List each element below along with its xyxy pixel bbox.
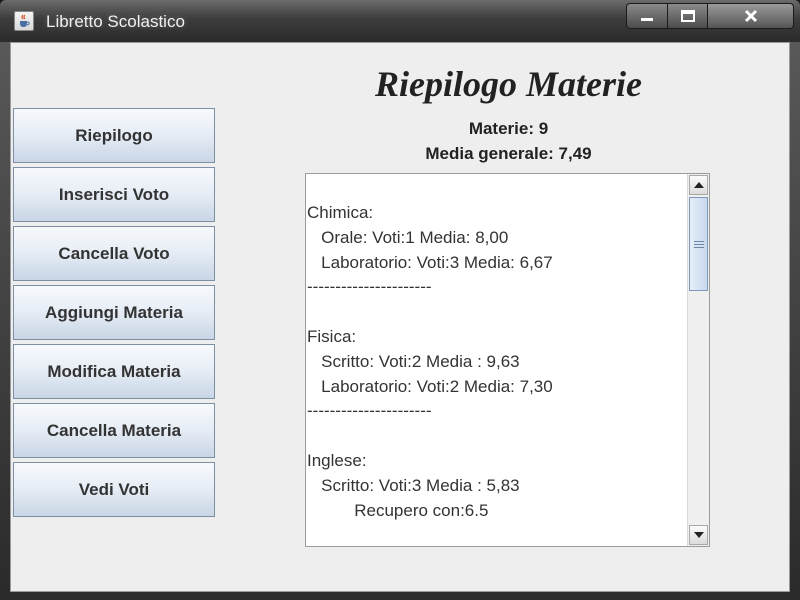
summary-content: Chimica: Orale: Voti:1 Media: 8,00 Labor… bbox=[307, 201, 682, 523]
maximize-icon bbox=[680, 10, 695, 22]
arrow-down-icon bbox=[693, 532, 704, 538]
riepilogo-button[interactable]: Riepilogo bbox=[13, 108, 215, 163]
close-icon bbox=[744, 9, 757, 23]
vedi-voti-button[interactable]: Vedi Voti bbox=[13, 462, 215, 517]
summary-line bbox=[307, 424, 682, 449]
java-cup-icon bbox=[14, 11, 34, 31]
summary-line: Fisica: bbox=[307, 326, 357, 346]
scroll-thumb[interactable] bbox=[689, 197, 708, 291]
aggiungi-materia-button[interactable]: Aggiungi Materia bbox=[13, 285, 215, 340]
cancella-materia-button[interactable]: Cancella Materia bbox=[13, 403, 215, 458]
title-bar[interactable]: Libretto Scolastico bbox=[0, 0, 800, 42]
summary-line: Recupero con:6.5 bbox=[307, 500, 489, 520]
app-window: Libretto Scolastico Riepilogo Inserisci … bbox=[0, 0, 800, 600]
vertical-scrollbar[interactable] bbox=[687, 174, 709, 546]
close-button[interactable] bbox=[708, 3, 794, 29]
window-controls bbox=[626, 3, 794, 29]
minimize-button[interactable] bbox=[626, 3, 668, 29]
grip-icon bbox=[693, 240, 704, 248]
arrow-up-icon bbox=[693, 182, 704, 188]
inserisci-voto-button[interactable]: Inserisci Voto bbox=[13, 167, 215, 222]
summary-line bbox=[307, 300, 682, 325]
maximize-button[interactable] bbox=[668, 3, 708, 29]
summary-line: Scritto: Voti:2 Media : 9,63 bbox=[307, 351, 520, 371]
subjects-count: Materie: 9 bbox=[468, 119, 549, 138]
cancella-voto-button[interactable]: Cancella Voto bbox=[13, 226, 215, 281]
content-panel: Riepilogo Inserisci Voto Cancella Voto A… bbox=[10, 42, 790, 592]
summary-text-area[interactable]: Chimica: Orale: Voti:1 Media: 8,00 Labor… bbox=[305, 173, 710, 547]
modifica-materia-button[interactable]: Modifica Materia bbox=[13, 344, 215, 399]
overall-average: Media generale: 7,49 bbox=[425, 144, 592, 163]
page-title: Riepilogo Materie bbox=[375, 64, 642, 104]
summary-line: ---------------------- bbox=[307, 401, 432, 421]
summary-line: Scritto: Voti:3 Media : 5,83 bbox=[307, 475, 520, 495]
scroll-down-button[interactable] bbox=[689, 525, 708, 545]
minimize-icon bbox=[641, 18, 653, 21]
summary-line: Orale: Voti:1 Media: 8,00 bbox=[307, 227, 509, 247]
summary-line: Inglese: bbox=[307, 450, 367, 470]
summary-line: Chimica: bbox=[307, 203, 374, 222]
window-title: Libretto Scolastico bbox=[46, 12, 185, 31]
summary-line: Laboratorio: Voti:2 Media: 7,30 bbox=[307, 376, 553, 396]
summary-line: ---------------------- bbox=[307, 277, 432, 297]
summary-line: Laboratorio: Voti:3 Media: 6,67 bbox=[307, 252, 553, 272]
scroll-up-button[interactable] bbox=[689, 175, 708, 195]
